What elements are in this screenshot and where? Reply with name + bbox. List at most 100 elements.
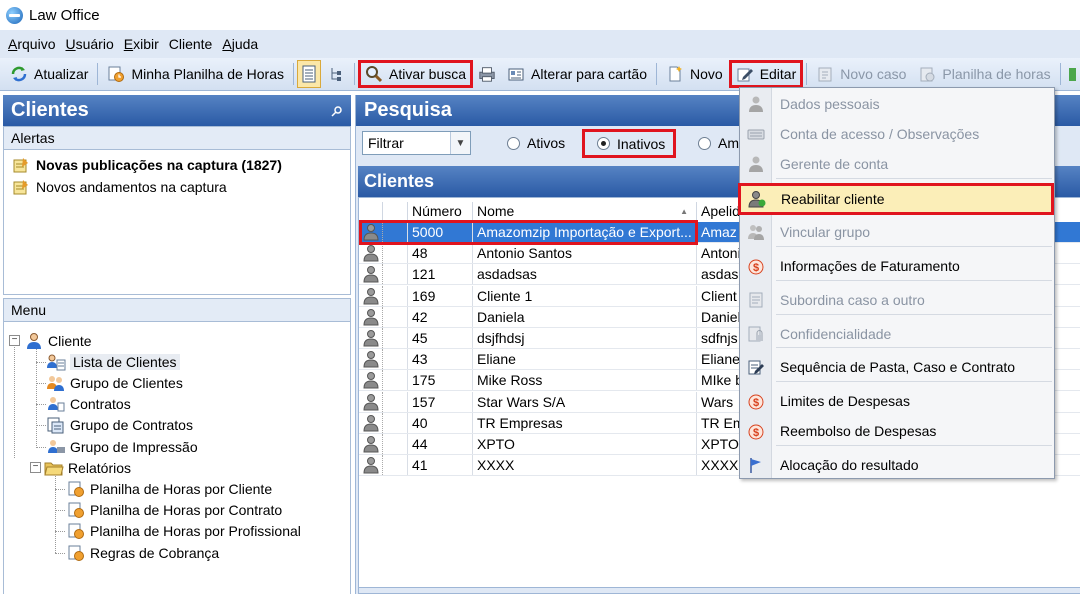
printer-icon	[478, 65, 496, 83]
print-group-icon	[46, 438, 66, 456]
tree-line	[36, 348, 37, 448]
alert-item-andamentos[interactable]: Novos andamentos na captura	[4, 176, 350, 198]
toolbar-separator	[656, 63, 657, 85]
expand-cliente-toggle[interactable]: −	[9, 335, 20, 346]
cell-nome: XPTO	[473, 434, 697, 454]
tree-view-icon	[327, 65, 345, 83]
notepad-icon	[12, 179, 30, 195]
header-numero[interactable]: Número	[408, 202, 473, 220]
menu-ajuda[interactable]: Ajuda	[218, 36, 262, 52]
grid-footer	[359, 587, 1080, 593]
pin-icon[interactable]	[331, 105, 343, 117]
tree-item-lista-clientes[interactable]: Lista de Clientes	[46, 352, 180, 372]
edit-icon	[736, 65, 754, 83]
menu-item-alocacao-do-resultado[interactable]: Alocação do resultado	[740, 450, 1054, 480]
menu-item-conta-de-acesso-observacoes[interactable]: Conta de acesso / Observações	[740, 119, 1054, 149]
radio-ambos[interactable]: Am	[698, 132, 739, 154]
tree-item-contratos[interactable]: Contratos	[46, 394, 131, 414]
cell-nome: Star Wars S/A	[473, 391, 697, 412]
toolbar-separator	[1059, 63, 1061, 85]
menu-item-subordina-caso-a-outro[interactable]: Subordina caso a outro	[740, 285, 1054, 315]
alert-item-publicacoes[interactable]: Novas publicações na captura (1827)	[4, 154, 350, 176]
menu-item-label: Conta de acesso / Observações	[780, 126, 980, 142]
tree-item-cliente[interactable]: Cliente	[24, 331, 92, 351]
menu-cliente[interactable]: Cliente	[165, 36, 217, 52]
cell-numero: 5000	[408, 222, 473, 242]
planilha-horas-button[interactable]: Planilha de horas	[912, 60, 1056, 88]
filter-select[interactable]: Filtrar ▼	[362, 131, 471, 155]
tree-view-button[interactable]	[321, 60, 351, 88]
tree-item-relatorios[interactable]: Relatórios	[44, 458, 131, 478]
client-group-icon	[46, 374, 66, 392]
list-view-button[interactable]	[297, 60, 321, 88]
menu-item-gerente-de-conta[interactable]: Gerente de conta	[740, 149, 1054, 179]
chevron-down-icon[interactable]: ▼	[450, 132, 470, 154]
timesheet-icon	[107, 65, 125, 83]
new-case-icon	[816, 65, 834, 83]
menu-usuario[interactable]: Usuário	[61, 36, 117, 52]
person-icon	[746, 94, 766, 114]
menu-item-vincular-grupo[interactable]: Vincular grupo	[740, 217, 1054, 247]
sort-ascending-icon: ▲	[680, 206, 688, 216]
tree-line	[55, 476, 56, 553]
cell-numero: 121	[408, 264, 473, 285]
svg-text:$: $	[753, 262, 759, 274]
tree-item-rel-horas-cliente[interactable]: Planilha de Horas por Cliente	[66, 479, 272, 499]
print-button[interactable]	[473, 60, 501, 88]
tree-item-rel-horas-contrato[interactable]: Planilha de Horas por Contrato	[66, 500, 282, 520]
menu-item-reabilitar-cliente[interactable]: Reabilitar cliente	[738, 183, 1054, 215]
money-icon: $	[746, 391, 766, 411]
tree-item-grupo-contratos[interactable]: Grupo de Contratos	[46, 415, 193, 435]
tree-item-rel-horas-profissional[interactable]: Planilha de Horas por Profissional	[66, 521, 301, 541]
tree-item-grupo-impressao[interactable]: Grupo de Impressão	[46, 437, 198, 457]
timesheet-icon	[918, 65, 936, 83]
menu-item-label: Reabilitar cliente	[781, 191, 885, 207]
radio-inativos[interactable]: Inativos	[582, 129, 677, 158]
toolbar-separator	[354, 63, 355, 85]
group-icon	[746, 222, 766, 242]
menu-item-reembolso-de-despesas[interactable]: $ Reembolso de Despesas	[740, 416, 1054, 446]
menu-exibir[interactable]: Exibir	[120, 36, 163, 52]
client-row-icon	[359, 370, 383, 391]
editar-button[interactable]: Editar	[728, 60, 804, 88]
left-panel: Clientes Alertas Novas publicações na ca…	[3, 95, 351, 594]
header-nome[interactable]: Nome ▲	[473, 202, 697, 220]
overflow-button[interactable]	[1064, 60, 1080, 88]
card-view-icon	[507, 65, 525, 83]
cell-numero: 44	[408, 434, 473, 454]
menu-item-sequencia-de-pasta-caso-e-contrato[interactable]: Sequência de Pasta, Caso e Contrato	[740, 352, 1054, 382]
cell-numero: 157	[408, 391, 473, 412]
menu-item-label: Informações de Faturamento	[780, 258, 960, 274]
menu-item-limites-de-despesas[interactable]: $ Limites de Despesas	[740, 386, 1054, 416]
atualizar-button[interactable]: Atualizar	[4, 60, 94, 88]
tree-line	[36, 425, 46, 426]
svg-text:$: $	[753, 397, 759, 409]
cell-nome: Daniela	[473, 306, 697, 327]
tree-item-regras-cobranca[interactable]: Regras de Cobrança	[66, 543, 219, 563]
green-tool-icon	[1068, 65, 1076, 83]
expand-relatorios-toggle[interactable]: −	[30, 462, 41, 473]
money-icon: $	[746, 421, 766, 441]
novo-caso-button[interactable]: Novo caso	[810, 60, 912, 88]
ativar-busca-button[interactable]: Ativar busca	[358, 60, 474, 88]
novo-button[interactable]: Novo	[660, 60, 729, 88]
menu-item-informacoes-de-faturamento[interactable]: $ Informações de Faturamento	[740, 251, 1054, 281]
report-clock-icon	[66, 501, 86, 519]
navigation-tree: − Cliente Lista de Clientes Grupo de Cli…	[3, 322, 351, 594]
cell-nome: Mike Ross	[473, 370, 697, 391]
tree-line	[36, 383, 46, 384]
radio-ativos[interactable]: Ativos	[507, 132, 565, 154]
cell-nome: dsjfhdsj	[473, 328, 697, 348]
alterar-cartao-button[interactable]: Alterar para cartão	[501, 60, 653, 88]
menu-item-confidencialidade[interactable]: Confidencialidade	[740, 319, 1054, 349]
client-row-icon	[359, 455, 383, 476]
menu-item-dados-pessoais[interactable]: Dados pessoais	[740, 89, 1054, 119]
cell-numero: 45	[408, 328, 473, 348]
minha-planilha-button[interactable]: Minha Planilha de Horas	[101, 60, 290, 88]
menu-arquivo[interactable]: Arquivo	[4, 36, 59, 52]
window-title: Law Office	[29, 6, 100, 24]
tree-item-grupo-clientes[interactable]: Grupo de Clientes	[46, 373, 183, 393]
cell-nome: Eliane	[473, 349, 697, 370]
folder-open-icon	[44, 459, 64, 477]
menu-item-label: Alocação do resultado	[780, 457, 919, 473]
